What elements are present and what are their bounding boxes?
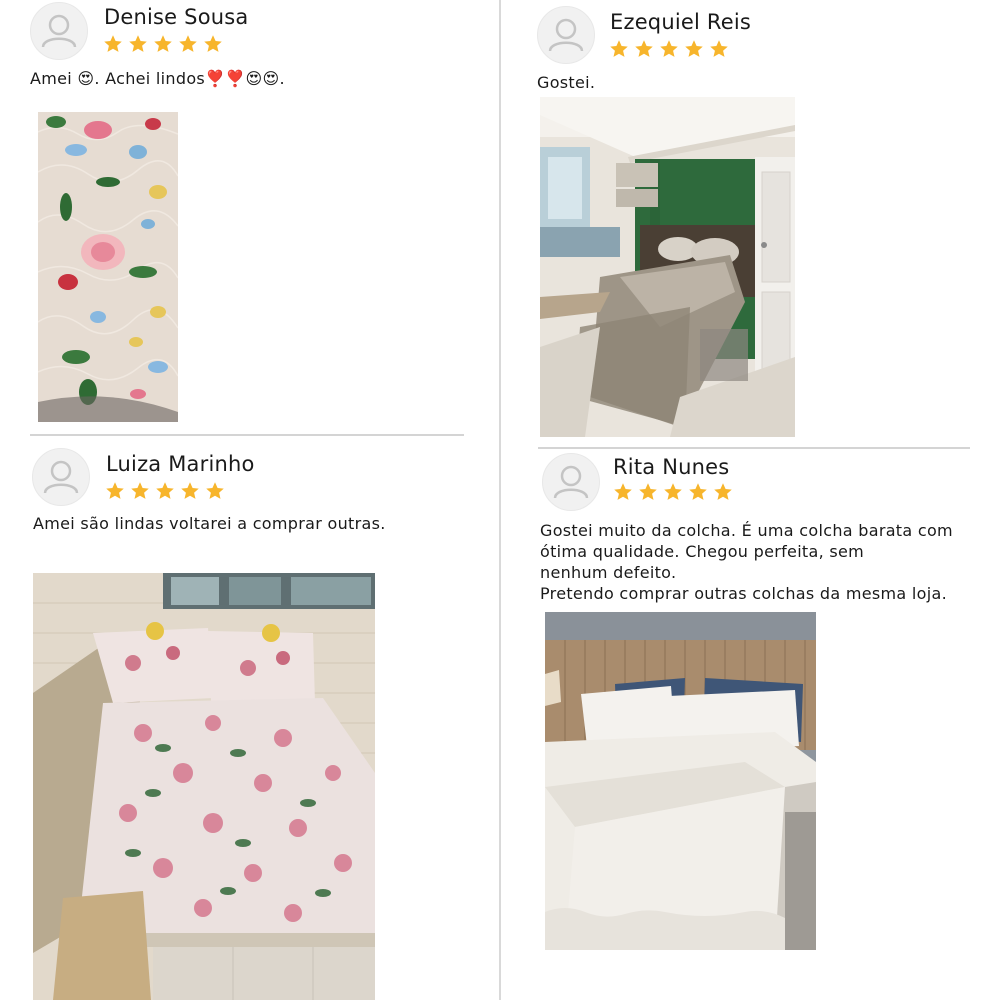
star-icon bbox=[638, 482, 658, 502]
star-icon bbox=[684, 39, 704, 59]
star-icon bbox=[709, 39, 729, 59]
review-card-rita: Rita Nunes Gostei muito da colcha. É uma… bbox=[500, 450, 1000, 1000]
white-bedspread-photo[interactable] bbox=[545, 612, 816, 950]
reviewer-name: Rita Nunes bbox=[613, 455, 730, 479]
review-card-ezequiel: Ezequiel Reis Gostei. bbox=[500, 0, 1000, 445]
user-avatar-icon bbox=[32, 448, 90, 506]
floral-quilt-closeup-photo[interactable] bbox=[38, 112, 178, 422]
reviewer-name: Ezequiel Reis bbox=[610, 10, 752, 34]
star-icon bbox=[205, 481, 225, 501]
star-icon bbox=[178, 34, 198, 54]
user-avatar-icon bbox=[30, 2, 88, 60]
review-text: Gostei. bbox=[537, 73, 596, 92]
review-text: Amei 😍. Achei lindos❣️❣️😍😍. bbox=[30, 69, 285, 88]
review-text: Amei são lindas voltarei a comprar outra… bbox=[33, 514, 386, 533]
star-icon bbox=[634, 39, 654, 59]
review-card-luiza: Luiza Marinho Amei são lindas voltarei a… bbox=[0, 440, 500, 1000]
star-icon bbox=[155, 481, 175, 501]
review-card-denise: Denise Sousa Amei 😍. Achei lindos❣️❣️😍😍. bbox=[0, 0, 500, 430]
star-icon bbox=[713, 482, 733, 502]
star-icon bbox=[663, 482, 683, 502]
star-icon bbox=[613, 482, 633, 502]
star-icon bbox=[659, 39, 679, 59]
user-avatar-icon bbox=[537, 6, 595, 64]
star-rating bbox=[613, 482, 733, 502]
star-rating bbox=[609, 39, 729, 59]
review-separator-right bbox=[538, 447, 970, 449]
user-avatar-icon bbox=[542, 453, 600, 511]
bedroom-green-wall-photo[interactable] bbox=[540, 97, 795, 437]
star-icon bbox=[609, 39, 629, 59]
star-icon bbox=[103, 34, 123, 54]
star-icon bbox=[153, 34, 173, 54]
star-icon bbox=[688, 482, 708, 502]
star-icon bbox=[203, 34, 223, 54]
star-rating bbox=[105, 481, 225, 501]
reviews-page: Denise Sousa Amei 😍. Achei lindos❣️❣️😍😍. bbox=[0, 0, 1000, 1000]
star-icon bbox=[180, 481, 200, 501]
star-icon bbox=[128, 34, 148, 54]
review-separator-left bbox=[30, 434, 464, 436]
review-text: Gostei muito da colcha. É uma colcha bar… bbox=[540, 521, 953, 603]
floral-bedspread-photo[interactable] bbox=[33, 573, 375, 1000]
reviewer-name: Denise Sousa bbox=[104, 5, 249, 29]
star-icon bbox=[130, 481, 150, 501]
reviewer-name: Luiza Marinho bbox=[106, 452, 255, 476]
star-icon bbox=[105, 481, 125, 501]
star-rating bbox=[103, 34, 223, 54]
